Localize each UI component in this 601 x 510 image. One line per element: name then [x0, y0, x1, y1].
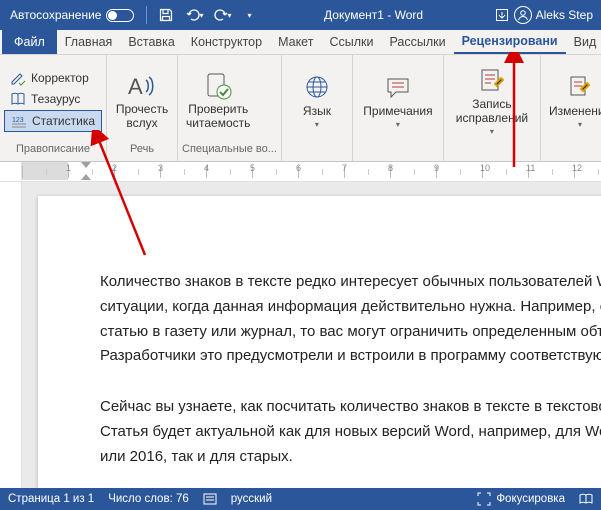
comments-button[interactable]: Примечания ▾ — [357, 69, 439, 131]
ribbon: Корректор Тезаурус 123 Статистика Правоп… — [0, 55, 601, 162]
page[interactable]: Количество знаков в тексте редко интерес… — [38, 196, 601, 488]
account-name[interactable]: Aleks Step — [536, 8, 593, 22]
group-proofing: Корректор Тезаурус 123 Статистика Правоп… — [0, 55, 107, 161]
word-count-label: Статистика — [32, 114, 95, 128]
autosave-label: Автосохранение — [10, 8, 101, 22]
autosave-toggle[interactable]: Автосохранение — [4, 8, 140, 22]
group-tracking: Запись исправлений ▾ — [444, 55, 541, 161]
accessibility-check-icon — [202, 69, 234, 103]
svg-text:123: 123 — [12, 117, 24, 124]
read-aloud-label: Прочесть вслух — [116, 103, 168, 131]
title-bar: Автосохранение ▾ ▾ ▾ Документ1 - Word Al… — [0, 0, 601, 30]
window-title: Документ1 - Word — [263, 8, 493, 22]
read-aloud-icon: A — [126, 69, 158, 103]
status-focus-mode[interactable]: Фокусировка — [477, 492, 565, 506]
ribbon-options-icon[interactable] — [494, 7, 510, 23]
word-count-button[interactable]: 123 Статистика — [4, 110, 102, 132]
group-label-comments — [357, 143, 439, 161]
chevron-down-icon: ▾ — [227, 11, 231, 20]
check-accessibility-label: Проверить читаемость — [186, 103, 250, 131]
group-speech: A Прочесть вслух Речь — [107, 55, 178, 161]
chevron-down-icon: ▾ — [396, 120, 400, 129]
account-avatar-icon[interactable] — [514, 6, 532, 24]
thesaurus-button[interactable]: Тезаурус — [4, 89, 102, 109]
group-accessibility: Проверить читаемость Специальные во... — [178, 55, 282, 161]
horizontal-ruler[interactable]: 1 2 3 4 5 6 7 8 9 10 11 12 — [22, 162, 601, 181]
chevron-down-icon: ▾ — [315, 120, 319, 129]
group-changes: Изменения ▾ — [541, 55, 601, 161]
thesaurus-label: Тезаурус — [31, 92, 80, 106]
track-changes-icon — [477, 64, 507, 98]
paragraph[interactable]: Сейчас вы узнаете, как посчитать количес… — [100, 395, 601, 469]
chevron-down-icon: ▾ — [247, 11, 251, 20]
save-button[interactable] — [153, 3, 179, 27]
status-page[interactable]: Страница 1 из 1 — [8, 493, 94, 505]
status-word-count[interactable]: Число слов: 76 — [108, 493, 189, 505]
tab-design[interactable]: Конструктор — [183, 30, 270, 54]
ruler[interactable]: 1 2 3 4 5 6 7 8 9 10 11 12 — [0, 162, 601, 182]
group-label-proofing: Правописание — [4, 143, 102, 161]
separator — [146, 6, 147, 24]
title-right: Aleks Step — [494, 6, 597, 24]
redo-button[interactable]: ▾ — [209, 3, 235, 27]
proofing-status-icon — [203, 492, 217, 506]
group-label-changes — [545, 143, 601, 161]
svg-text:A: A — [128, 74, 143, 99]
document-name: Документ1 - Word — [324, 8, 423, 22]
undo-button[interactable]: ▾ — [181, 3, 207, 27]
page-viewport[interactable]: Количество знаков в тексте редко интерес… — [22, 182, 601, 488]
tab-insert[interactable]: Вставка — [120, 30, 182, 54]
tab-layout[interactable]: Макет — [270, 30, 321, 54]
chevron-down-icon: ▾ — [199, 11, 203, 20]
language-button[interactable]: Язык ▾ — [286, 69, 348, 131]
changes-icon — [565, 71, 595, 105]
track-changes-button[interactable]: Запись исправлений ▾ — [448, 62, 536, 138]
changes-label: Изменения — [549, 105, 601, 119]
pencil-check-icon — [10, 70, 26, 86]
status-bar: Страница 1 из 1 Число слов: 76 русский Ф… — [0, 488, 601, 510]
track-changes-label: Запись исправлений — [456, 98, 528, 126]
chevron-down-icon: ▾ — [578, 120, 582, 129]
stats-icon: 123 — [11, 113, 27, 129]
corrector-label: Корректор — [31, 71, 89, 85]
status-language[interactable]: русский — [231, 493, 272, 505]
comment-icon — [383, 71, 413, 105]
book-icon — [10, 91, 26, 107]
changes-button[interactable]: Изменения ▾ — [545, 69, 601, 131]
group-language: Язык ▾ — [282, 55, 353, 161]
tab-review[interactable]: Рецензировани — [454, 30, 566, 54]
globe-icon — [302, 71, 332, 105]
check-accessibility-button[interactable]: Проверить читаемость — [182, 67, 254, 133]
tab-file[interactable]: Файл — [2, 30, 57, 54]
group-comments: Примечания ▾ — [353, 55, 444, 161]
qat-customize-button[interactable]: ▾ — [237, 3, 263, 27]
view-buttons[interactable] — [579, 492, 593, 506]
focus-icon — [477, 492, 491, 506]
vertical-ruler[interactable] — [0, 182, 22, 488]
group-label-tracking — [448, 143, 536, 161]
quick-access-toolbar: ▾ ▾ ▾ — [153, 3, 263, 27]
comments-label: Примечания — [363, 105, 432, 119]
group-label-speech: Речь — [111, 143, 173, 161]
tab-mailings[interactable]: Рассылки — [381, 30, 453, 54]
language-label: Язык — [303, 105, 331, 119]
ribbon-tabs: Файл Главная Вставка Конструктор Макет С… — [0, 30, 601, 55]
read-mode-icon — [579, 492, 593, 506]
toggle-switch-icon — [106, 9, 134, 22]
ruler-corner — [0, 162, 22, 181]
group-label-language — [286, 143, 348, 161]
status-proofing[interactable] — [203, 492, 217, 506]
tab-references[interactable]: Ссылки — [321, 30, 381, 54]
chevron-down-icon: ▾ — [490, 127, 494, 136]
save-icon — [158, 7, 174, 23]
document-area: Количество знаков в тексте редко интерес… — [0, 182, 601, 488]
read-aloud-button[interactable]: A Прочесть вслух — [111, 67, 173, 133]
group-label-accessibility: Специальные во... — [182, 143, 277, 161]
tab-view[interactable]: Вид — [566, 30, 601, 54]
corrector-button[interactable]: Корректор — [4, 68, 102, 88]
paragraph[interactable]: Количество знаков в тексте редко интерес… — [100, 270, 601, 369]
tab-home[interactable]: Главная — [57, 30, 121, 54]
